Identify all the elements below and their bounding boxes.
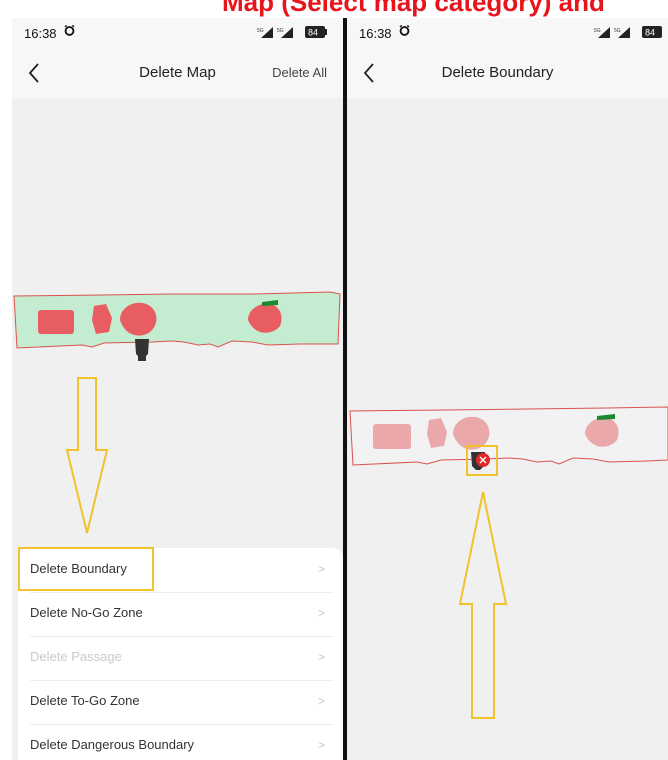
- signal-label-2: 5G: [277, 28, 284, 34]
- alarm-icon: [399, 25, 410, 36]
- map-canvas[interactable]: [347, 98, 668, 760]
- right-screen: 16:38 5G 5G 84 Delete Boundary: [347, 18, 668, 760]
- menu-item-delete-dangerous-boundary[interactable]: Delete Dangerous Boundary >: [30, 724, 333, 760]
- chevron-right-icon: >: [317, 562, 325, 576]
- no-go-zone: [38, 310, 74, 334]
- delete-all-button[interactable]: Delete All: [272, 65, 327, 80]
- status-bar: 16:38 5G 5G 84: [347, 18, 668, 48]
- chevron-right-icon: >: [317, 694, 325, 708]
- status-time: 16:38: [24, 26, 57, 41]
- battery-level: 84: [308, 28, 318, 38]
- no-go-zone: [373, 424, 411, 449]
- signal-label-1: 5G: [594, 28, 601, 34]
- status-bar: 16:38 5G 5G 84: [12, 18, 343, 48]
- signal-battery-icons: 5G 5G 84: [257, 26, 327, 38]
- menu-item-label: Delete To-Go Zone: [30, 693, 140, 708]
- chevron-right-icon: >: [317, 606, 325, 620]
- page-title: Delete Boundary: [441, 64, 554, 81]
- menu-item-delete-passage[interactable]: Delete Passage >: [30, 636, 333, 681]
- menu-item-label: Delete Dangerous Boundary: [30, 737, 195, 752]
- signal-battery-icons: 5G 5G 84: [594, 26, 662, 38]
- menu-item-label: Delete Passage: [30, 649, 122, 664]
- nav-bar: Delete Boundary: [347, 48, 668, 98]
- menu-item-delete-no-go-zone[interactable]: Delete No-Go Zone >: [30, 592, 333, 637]
- nav-bar: Delete Map Delete All: [12, 48, 343, 98]
- highlight-box: [18, 547, 154, 591]
- signal-label-1: 5G: [257, 28, 264, 34]
- signal-label-2: 5G: [614, 28, 621, 34]
- chevron-right-icon: >: [317, 650, 325, 664]
- menu-item-delete-to-go-zone[interactable]: Delete To-Go Zone >: [30, 680, 333, 725]
- chevron-right-icon: >: [317, 738, 325, 752]
- up-arrow-annotation: [458, 491, 508, 719]
- down-arrow-annotation: [65, 377, 109, 534]
- caption-text: Map (Select map category) and: [222, 0, 605, 17]
- alarm-icon: [64, 25, 75, 36]
- caption-banner: Map (Select map category) and: [0, 0, 668, 18]
- map-canvas[interactable]: [12, 98, 343, 548]
- battery-level: 84: [645, 28, 655, 38]
- menu-item-label: Delete No-Go Zone: [30, 605, 143, 620]
- status-time: 16:38: [359, 26, 392, 41]
- left-screen: 16:38 5G 5G 84 Delete Map Delete All Del…: [12, 18, 343, 760]
